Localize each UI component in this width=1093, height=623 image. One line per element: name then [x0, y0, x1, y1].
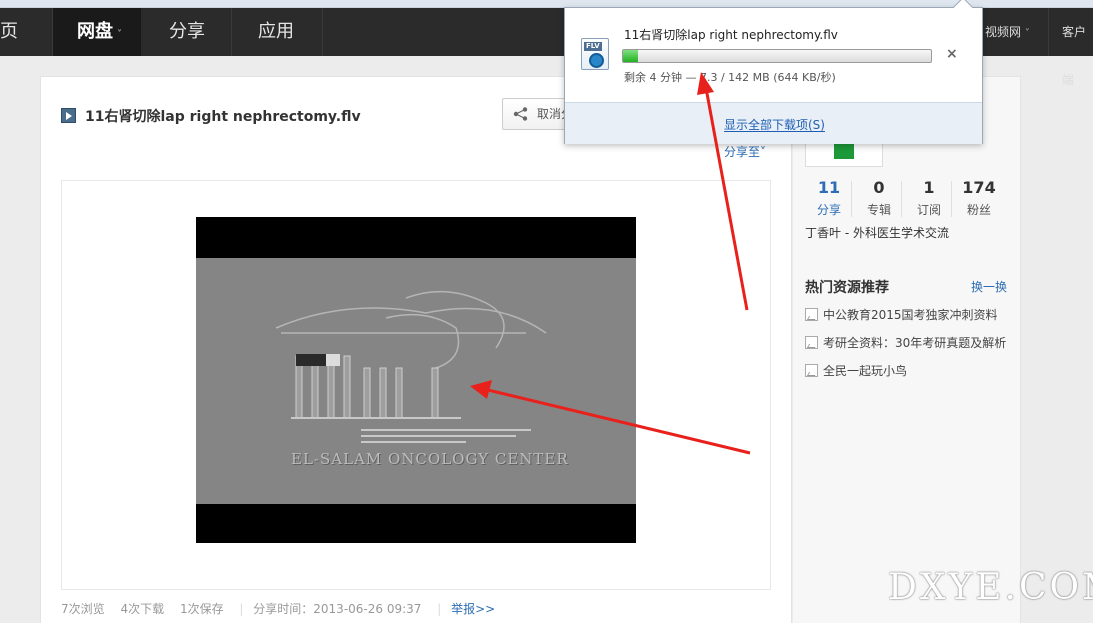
refresh-button[interactable]: 换一换 — [971, 278, 1007, 295]
stat-subscriptions-label: 订阅 — [916, 203, 941, 217]
close-icon[interactable]: × — [946, 46, 958, 62]
nav-video-link[interactable]: 视频网 ˅ — [985, 8, 1030, 56]
resource-label: 考研全资料：30年考研真题及解析 — [823, 336, 1007, 350]
view-count: 7次浏览 — [61, 602, 105, 616]
nav-home[interactable]: 页 — [0, 8, 52, 56]
download-progress-fill — [623, 50, 639, 62]
save-count: 1次保存 — [179, 602, 224, 616]
stat-shares[interactable]: 11 分享 — [804, 177, 854, 218]
report-link[interactable]: 举报>> — [451, 602, 495, 616]
chevron-down-icon: ˅ — [117, 29, 122, 40]
document-icon — [805, 336, 818, 349]
nav-divider — [1048, 8, 1049, 56]
stat-divider — [901, 181, 902, 217]
nav-home-label: 页 — [0, 21, 18, 42]
video-player[interactable]: EL-SALAM ONCOLOGY CENTER — [196, 217, 636, 543]
stat-followers[interactable]: 174 粉丝 — [954, 177, 1004, 218]
stat-subscriptions[interactable]: 1 订阅 — [904, 177, 954, 218]
download-progress-bar — [622, 49, 932, 63]
nav-apps-label: 应用 — [258, 21, 294, 42]
resource-label: 全民一起玩小鸟 — [823, 364, 908, 378]
file-title: 11右肾切除lap right nephrectomy.flv — [85, 109, 361, 125]
stats-divider: | — [239, 602, 244, 616]
main-panel: 11右肾切除lap right nephrectomy.flv 取消分享 分享至… — [40, 76, 792, 623]
video-frame: EL-SALAM ONCOLOGY CENTER — [196, 258, 636, 504]
stat-albums[interactable]: 0 专辑 — [854, 177, 904, 218]
stat-shares-count: 11 — [817, 178, 841, 197]
show-all-downloads-label: 显示全部下载项(S) — [724, 118, 825, 132]
download-file-name[interactable]: 11右肾切除lap right nephrectomy.flv — [624, 26, 838, 43]
stat-followers-count: 174 — [962, 178, 996, 197]
nav-share-label: 分享 — [169, 21, 205, 42]
hot-resources-title: 热门资源推荐 — [805, 280, 889, 296]
list-item[interactable]: 考研全资料：30年考研真题及解析 — [805, 334, 1006, 351]
video-file-icon — [61, 108, 76, 123]
stat-followers-label: 粉丝 — [966, 203, 991, 217]
show-all-downloads-link[interactable]: 显示全部下载项(S) — [724, 116, 825, 133]
nav-apps[interactable]: 应用 — [232, 8, 322, 56]
nav-client-link[interactable]: 客户端 — [1062, 8, 1093, 87]
share-time: 分享时间：2013-06-26 09:37 — [253, 602, 422, 616]
nav-divider — [322, 8, 323, 56]
stat-divider — [851, 181, 852, 217]
sidebar: 11 分享 0 专辑 1 订阅 174 粉丝 丁香叶 - 外科医生学术交流 热门… — [793, 76, 1021, 623]
stat-albums-count: 0 — [873, 178, 885, 197]
nav-netdisk-label: 网盘 — [77, 21, 113, 42]
file-type-badge: FLV — [584, 42, 602, 51]
flv-file-icon[interactable]: FLV — [581, 38, 609, 70]
document-icon — [805, 364, 818, 377]
document-icon — [805, 308, 818, 321]
video-preview-frame: EL-SALAM ONCOLOGY CENTER — [61, 180, 771, 590]
file-stats-bar: 7次浏览 4次下载 1次保存 | 分享时间：2013-06-26 09:37 |… — [61, 600, 507, 617]
stat-subscriptions-count: 1 — [923, 178, 935, 197]
download-popup-footer: 显示全部下载项(S) — [565, 102, 982, 144]
download-count: 4次下载 — [120, 602, 165, 616]
resource-label: 中公教育2015国考独家冲刺资料 — [823, 308, 998, 322]
share-to-dropdown[interactable]: 分享至˅ — [724, 143, 766, 160]
download-popup: FLV 11右肾切除lap right nephrectomy.flv × 剩余… — [564, 0, 983, 144]
stat-shares-label: 分享 — [816, 203, 841, 217]
film-reel-icon — [589, 53, 604, 68]
nav-netdisk[interactable]: 网盘 ˅ — [53, 8, 141, 56]
user-name[interactable]: 丁香叶 - 外科医生学术交流 — [805, 224, 949, 241]
stats-divider: | — [437, 602, 442, 616]
download-status: 剩余 4 分钟 — 7.3 / 142 MB (644 KB/秒) — [624, 71, 836, 84]
stat-divider — [951, 181, 952, 217]
watermark: DXYE.COM — [888, 567, 1093, 608]
video-logo-text: EL-SALAM ONCOLOGY CENTER — [291, 450, 569, 468]
chevron-down-icon: ˅ — [1024, 28, 1030, 39]
stat-albums-label: 专辑 — [866, 203, 891, 217]
nav-client-label: 客户端 — [1062, 25, 1087, 87]
nav-video-label: 视频网 — [985, 25, 1022, 39]
share-icon — [513, 107, 528, 121]
nav-share[interactable]: 分享 — [141, 8, 231, 56]
list-item[interactable]: 全民一起玩小鸟 — [805, 362, 907, 379]
list-item[interactable]: 中公教育2015国考独家冲刺资料 — [805, 306, 998, 323]
